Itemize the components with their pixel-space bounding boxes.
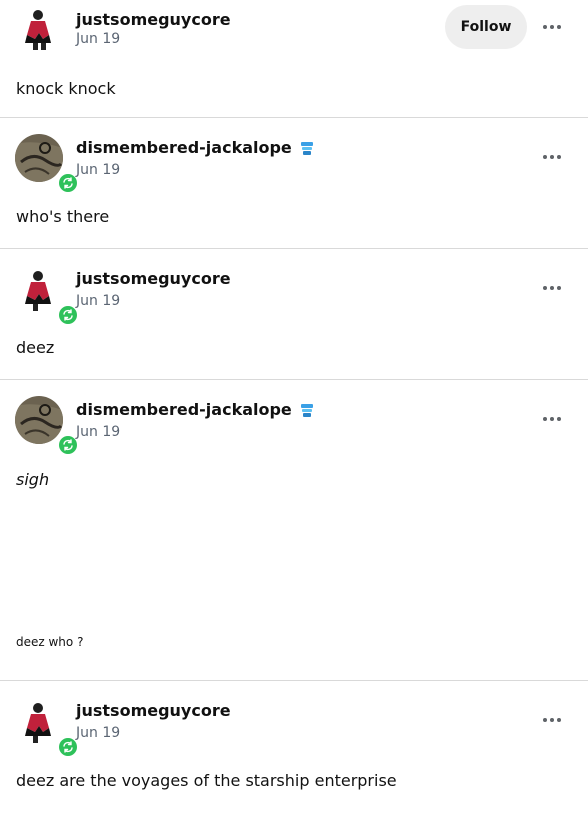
post-header: justsomeguycore Jun 19 Follow — [0, 0, 588, 60]
blog-name[interactable]: justsomeguycore — [76, 701, 231, 720]
post-5: justsomeguycore Jun 19 deez are the voya… — [0, 681, 588, 819]
post-date: Jun 19 — [76, 31, 121, 47]
more-options-icon[interactable] — [540, 22, 564, 32]
avatar[interactable] — [15, 396, 79, 456]
avatar-image — [15, 698, 63, 746]
blog-name-text[interactable]: dismembered-jackalope — [76, 138, 292, 157]
post-date: Jun 19 — [76, 424, 121, 440]
avatar-image — [15, 266, 63, 314]
blue-badge-icon — [298, 139, 316, 157]
follow-button[interactable]: Follow — [445, 5, 527, 49]
avatar[interactable] — [15, 266, 79, 326]
post-text: deez — [16, 338, 55, 357]
post-3: justsomeguycore Jun 19 deez — [0, 249, 588, 380]
post-date: Jun 19 — [76, 162, 121, 178]
post-text: deez are the voyages of the starship ent… — [16, 771, 397, 790]
post-header: dismembered-jackalope Jun 19 — [0, 118, 588, 194]
blog-name[interactable]: justsomeguycore — [76, 269, 231, 288]
avatar[interactable] — [15, 5, 63, 53]
avatar-image — [15, 396, 63, 444]
avatar-image — [15, 5, 63, 53]
blog-name[interactable]: dismembered-jackalope — [76, 138, 316, 157]
post-small-text: deez who ? — [16, 635, 84, 649]
post-date: Jun 19 — [76, 725, 121, 741]
blog-name-text[interactable]: justsomeguycore — [76, 269, 231, 288]
post-text: who's there — [16, 207, 110, 226]
post-text: sigh — [16, 470, 50, 489]
post-date: Jun 19 — [76, 293, 121, 309]
post-4: dismembered-jackalope Jun 19 sigh deez w… — [0, 380, 588, 681]
more-options-icon[interactable] — [540, 715, 564, 725]
blog-name-text[interactable]: justsomeguycore — [76, 10, 231, 29]
post-1: justsomeguycore Jun 19 Follow knock knoc… — [0, 0, 588, 118]
post-text: knock knock — [16, 79, 116, 98]
more-options-icon[interactable] — [540, 152, 564, 162]
post-header: justsomeguycore Jun 19 — [0, 681, 588, 758]
avatar[interactable] — [15, 698, 79, 758]
avatar[interactable] — [15, 134, 79, 194]
blog-name[interactable]: justsomeguycore — [76, 10, 231, 29]
more-options-icon[interactable] — [540, 283, 564, 293]
post-header: dismembered-jackalope Jun 19 — [0, 380, 588, 456]
post-2: dismembered-jackalope Jun 19 who's there — [0, 118, 588, 249]
blog-name[interactable]: dismembered-jackalope — [76, 400, 316, 419]
blog-name-text[interactable]: dismembered-jackalope — [76, 400, 292, 419]
post-header: justsomeguycore Jun 19 — [0, 249, 588, 326]
avatar-image — [15, 134, 63, 182]
blue-badge-icon — [298, 401, 316, 419]
more-options-icon[interactable] — [540, 414, 564, 424]
blog-name-text[interactable]: justsomeguycore — [76, 701, 231, 720]
